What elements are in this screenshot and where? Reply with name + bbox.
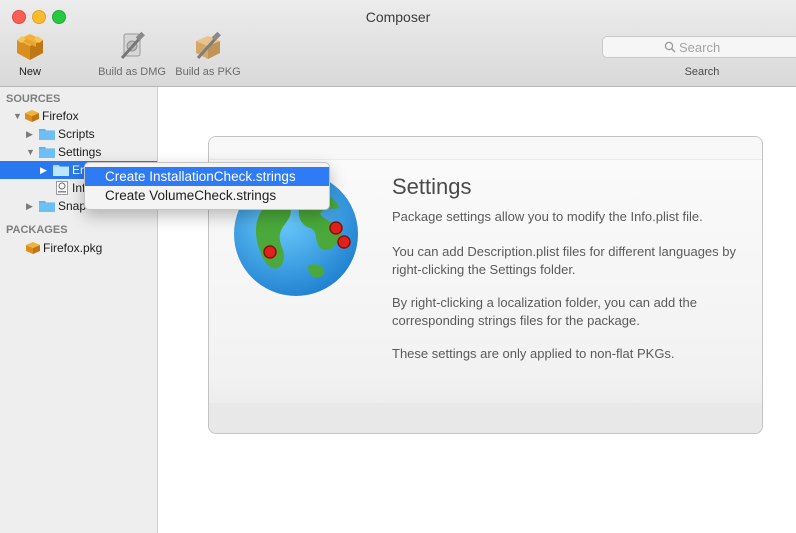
- sidebar-item-label: Settings: [58, 145, 102, 159]
- package-icon: [25, 110, 39, 122]
- new-button[interactable]: New: [8, 30, 52, 78]
- search-icon: [664, 41, 676, 53]
- folder-icon: [39, 147, 55, 158]
- sidebar-item-firefox-pkg[interactable]: Firefox.pkg: [0, 239, 157, 257]
- sources-header: SOURCES: [6, 93, 61, 105]
- window-title: Composer: [365, 9, 431, 25]
- packages-header: PACKAGES: [6, 224, 68, 236]
- disclosure-triangle-right-icon[interactable]: ▶: [26, 197, 33, 215]
- sidebar-item-label: Snap: [58, 199, 87, 213]
- build-as-pkg-button[interactable]: Build as PKG: [170, 30, 246, 78]
- disclosure-triangle-right-icon[interactable]: ▶: [40, 161, 47, 179]
- package-icon: [17, 34, 43, 60]
- panel-footer-band: [209, 403, 762, 433]
- info-paragraph: You can add Description.plist files for …: [392, 244, 736, 277]
- search-input[interactable]: [679, 39, 789, 55]
- info-paragraph: By right-clicking a localization folder,…: [392, 295, 697, 328]
- folder-icon: [39, 129, 55, 140]
- title-bar: Composer New Build as DMG Build as PKG S…: [0, 0, 796, 87]
- build-dmg-icon: [120, 31, 145, 60]
- settings-title: Settings: [392, 174, 472, 199]
- sidebar-item-scripts[interactable]: ▶ Scripts: [0, 125, 157, 143]
- build-pkg-icon: [196, 31, 221, 60]
- sidebar-item-firefox[interactable]: ▼ Firefox: [0, 107, 157, 125]
- info-paragraph: Package settings allow you to modify the…: [392, 209, 703, 224]
- menu-item-create-volumecheck-strings[interactable]: Create VolumeCheck.strings: [85, 186, 329, 205]
- search-field[interactable]: [602, 36, 796, 58]
- package-icon: [26, 242, 40, 254]
- folder-icon: [53, 165, 69, 176]
- panel-header-band: [209, 137, 762, 160]
- folder-icon: [39, 201, 55, 212]
- search-label: Search: [684, 66, 720, 78]
- disclosure-triangle-down-icon[interactable]: ▼: [13, 107, 22, 125]
- info-paragraph: These settings are only applied to non-f…: [392, 346, 675, 361]
- menu-item-create-installationcheck-strings[interactable]: Create InstallationCheck.strings: [85, 167, 329, 186]
- sidebar-item-label: Scripts: [58, 127, 95, 141]
- disclosure-triangle-down-icon[interactable]: ▼: [26, 143, 35, 161]
- build-as-dmg-button[interactable]: Build as DMG: [92, 30, 172, 78]
- new-button-label: New: [18, 66, 41, 78]
- sidebar: SOURCES ▼ Firefox ▶ Scripts ▼ Settings ▶…: [0, 87, 158, 533]
- disclosure-triangle-right-icon[interactable]: ▶: [26, 125, 33, 143]
- sidebar-item-label: Firefox: [42, 109, 79, 123]
- context-menu: Create InstallationCheck.strings Create …: [84, 162, 330, 210]
- plist-file-icon: [56, 181, 68, 195]
- sidebar-item-label: Firefox.pkg: [43, 241, 103, 255]
- build-as-pkg-label: Build as PKG: [175, 66, 241, 78]
- sidebar-item-settings[interactable]: ▼ Settings: [0, 143, 157, 161]
- build-as-dmg-label: Build as DMG: [98, 66, 166, 78]
